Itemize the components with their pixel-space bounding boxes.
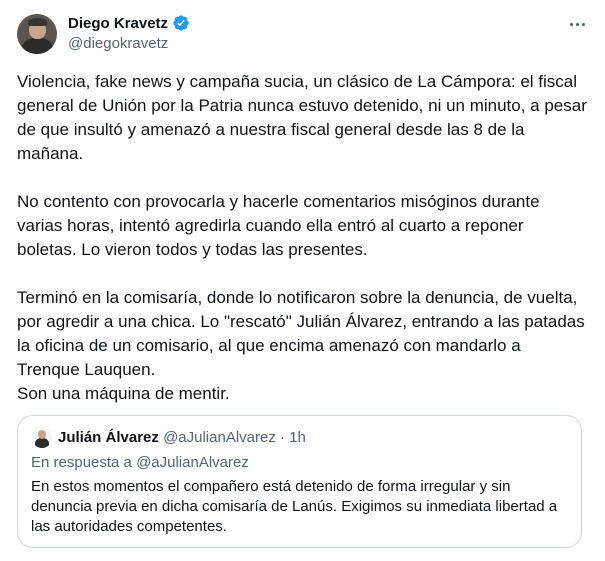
tweet-text: Violencia, fake news y campaña sucia, un…	[17, 70, 587, 406]
author-handle[interactable]: @diegokravetz	[68, 35, 168, 52]
quoted-author-name[interactable]: Julián Álvarez	[58, 429, 159, 446]
quoted-author-handle[interactable]: @aJulianAlvarez	[163, 429, 276, 446]
tweet-paragraph-3-main: Terminó en la comisaría, donde lo notifi…	[17, 288, 585, 379]
author-avatar[interactable]	[17, 14, 57, 54]
author-name-row[interactable]: Diego Kravetz	[68, 13, 190, 33]
tweet-paragraph-2: No contento con provocarla y hacerle com…	[17, 192, 540, 259]
author-name[interactable]: Diego Kravetz	[68, 15, 168, 32]
quoted-avatar[interactable]	[32, 428, 52, 448]
verified-badge-icon	[173, 15, 189, 31]
more-options-icon[interactable]	[565, 14, 589, 34]
quoted-time[interactable]: 1h	[289, 429, 306, 446]
quoted-separator: ·	[280, 429, 286, 446]
quoted-header: Julián Álvarez @aJulianAlvarez · 1h	[58, 429, 306, 446]
tweet-paragraph-1: Violencia, fake news y campaña sucia, un…	[17, 72, 587, 163]
tweet: Diego Kravetz @diegokravetz Violencia, f…	[0, 0, 605, 561]
quoted-reply-to: En respuesta a @aJulianAlvarez	[31, 454, 249, 471]
quoted-tweet[interactable]: Julián Álvarez @aJulianAlvarez · 1h En r…	[17, 415, 582, 548]
quoted-text: En estos momentos el compañero está dete…	[31, 478, 558, 535]
tweet-paragraph-3: Terminó en la comisaría, donde lo notifi…	[17, 286, 587, 406]
tweet-paragraph-3-last: Son una máquina de mentir.	[17, 384, 230, 403]
